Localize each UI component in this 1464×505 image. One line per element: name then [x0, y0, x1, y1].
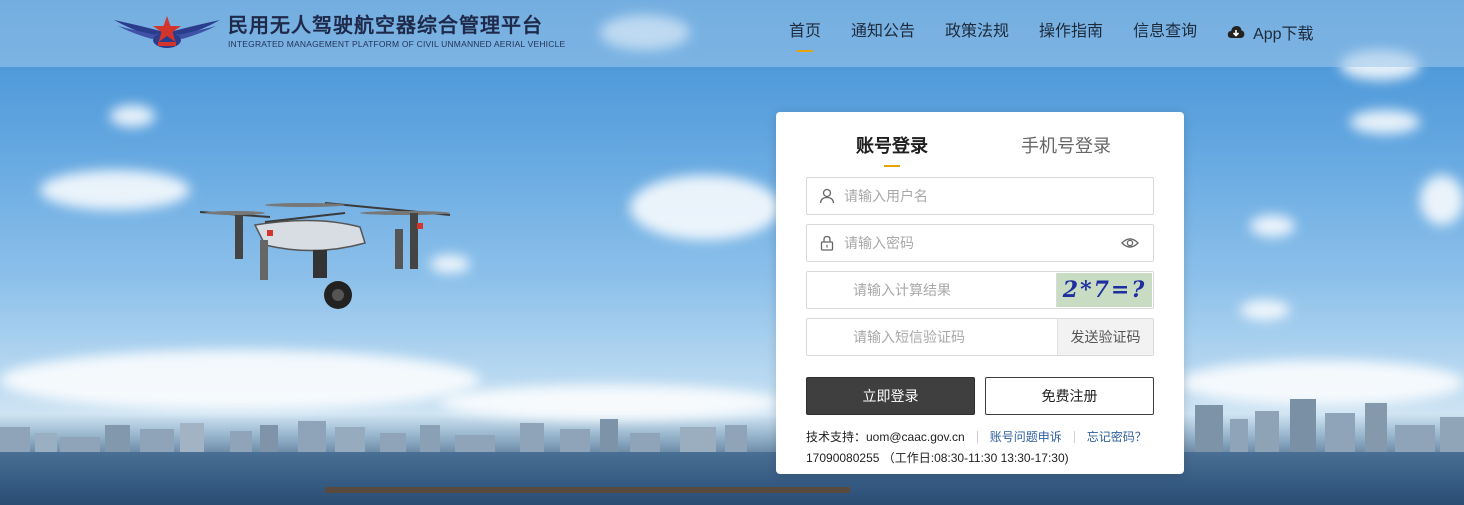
app-download-label: App下载 [1253, 26, 1314, 43]
cloud [1420, 175, 1464, 225]
login-button[interactable]: 立即登录 [806, 377, 975, 415]
cloud [1240, 300, 1290, 320]
tab-phone-login[interactable]: 手机号登录 [1021, 132, 1111, 158]
support-email: 技术支持：uom@caac.gov.cn [806, 430, 965, 444]
nav-app-download[interactable]: App下载 [1227, 20, 1314, 44]
nav-home[interactable]: 首页 [789, 20, 821, 52]
login-tabs: 账号登录 手机号登录 [776, 130, 1184, 170]
register-button[interactable]: 免费注册 [985, 377, 1154, 415]
site-logo[interactable]: 民用无人驾驶航空器综合管理平台 INTEGRATED MANAGEMENT PL… [112, 12, 565, 52]
account-appeal-link[interactable]: 账号问题申诉 [990, 428, 1062, 446]
nav-query[interactable]: 信息查询 [1133, 20, 1197, 44]
username-field [806, 177, 1154, 215]
nav-policies[interactable]: 政策法规 [945, 20, 1009, 44]
forgot-password-link[interactable]: 忘记密码？ [1087, 428, 1147, 446]
support-phone-hours: 17090080255 （工作日:08:30-11:30 13:30-17:30… [806, 451, 1069, 465]
password-field [806, 224, 1154, 262]
captcha-image[interactable]: 2*7=? [1056, 273, 1152, 307]
divider [976, 431, 978, 443]
logo-title: 民用无人驾驶航空器综合管理平台 [228, 15, 543, 37]
captcha-field: 2*7=? [806, 271, 1154, 309]
cloud [0, 350, 480, 410]
captcha-text: 2*7=? [1062, 277, 1147, 303]
harbor-water [0, 452, 1464, 505]
cloud [1250, 215, 1295, 237]
logo-subtitle: INTEGRATED MANAGEMENT PLATFORM OF CIVIL … [228, 39, 566, 49]
cloud [1350, 110, 1420, 134]
lock-icon [820, 235, 834, 251]
site-header: 民用无人驾驶航空器综合管理平台 INTEGRATED MANAGEMENT PL… [0, 0, 1464, 67]
password-input[interactable] [844, 235, 1064, 251]
send-code-button[interactable]: 发送验证码 [1057, 319, 1153, 355]
cloud [630, 175, 780, 240]
cloud [40, 170, 190, 210]
nav-guide[interactable]: 操作指南 [1039, 20, 1103, 44]
pier [325, 487, 850, 493]
captcha-input[interactable] [853, 282, 1073, 298]
divider [1073, 431, 1075, 443]
city-skyline [0, 399, 1464, 455]
nav-notices[interactable]: 通知公告 [851, 20, 915, 44]
emblem-logo [114, 16, 220, 48]
eye-icon[interactable] [1121, 236, 1139, 250]
login-card: 账号登录 手机号登录 2*7=? 发送验证码 立即登录 免费注 [776, 112, 1184, 474]
drone-image [199, 202, 451, 309]
username-input[interactable] [844, 188, 1064, 204]
background-scene [0, 0, 1464, 505]
cloud [110, 105, 155, 127]
sms-code-field: 发送验证码 [806, 318, 1154, 356]
cloud-download-icon [1227, 26, 1245, 38]
main-nav: 首页 通知公告 政策法规 操作指南 信息查询 App下载 [789, 20, 1314, 52]
sms-code-input[interactable] [853, 329, 1073, 345]
tab-account-login[interactable]: 账号登录 [856, 132, 928, 167]
user-icon [819, 188, 835, 204]
cloud [1180, 360, 1464, 405]
support-info: 技术支持：uom@caac.gov.cn 账号问题申诉 忘记密码？ 170900… [806, 428, 1166, 467]
